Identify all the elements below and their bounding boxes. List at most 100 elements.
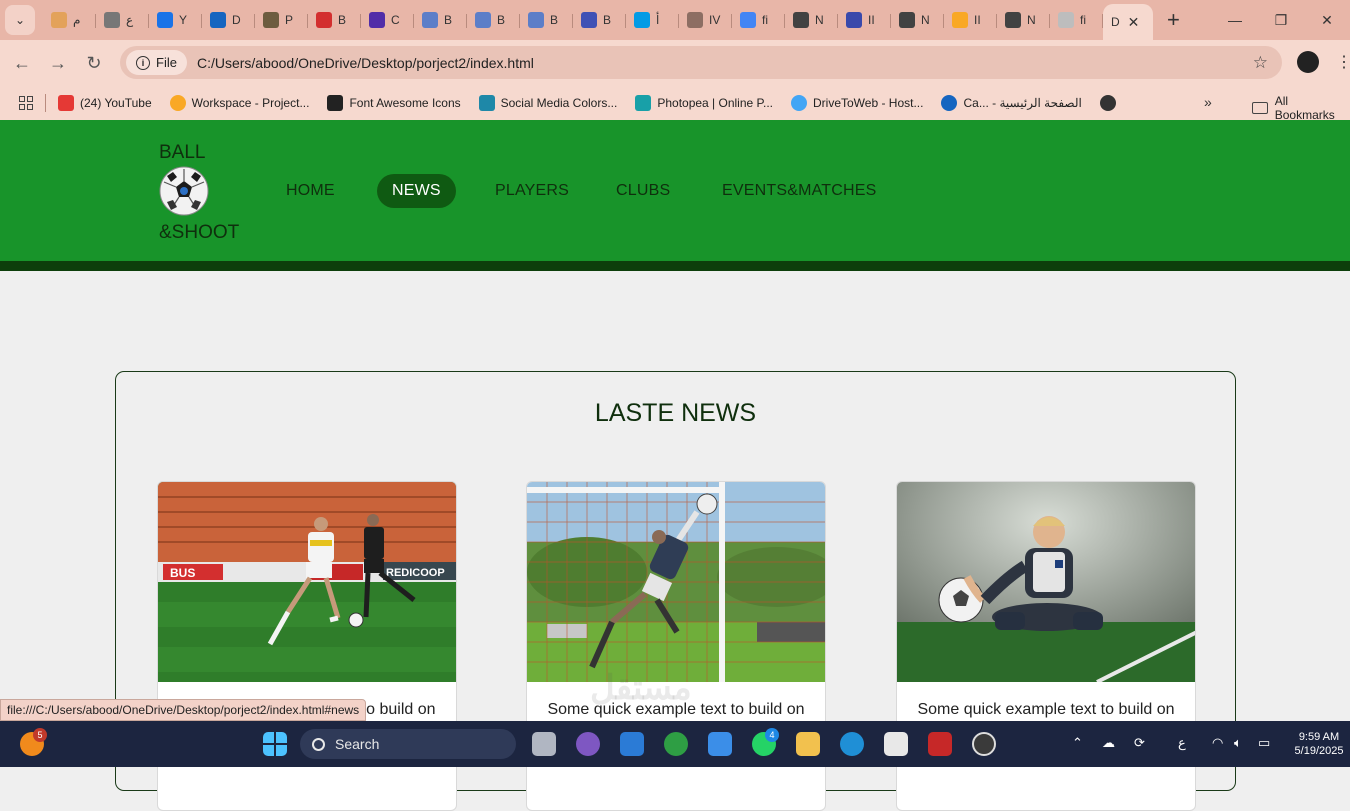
browser-tab[interactable]: Y	[149, 5, 202, 35]
browser-tab[interactable]: fi	[732, 5, 785, 35]
bookmark-item[interactable]	[1099, 95, 1122, 111]
bookmark-item[interactable]: Font Awesome Icons	[327, 95, 461, 111]
tab-favicon-icon	[528, 12, 544, 28]
taskbar-search-label: Search	[335, 736, 380, 752]
browser-tab[interactable]: II	[944, 5, 997, 35]
tab-favicon-icon	[157, 12, 173, 28]
nav-home[interactable]: HOME	[286, 182, 335, 200]
tray-chevron-up-icon[interactable]: ⌃	[1072, 735, 1083, 751]
bookmark-item[interactable]: Photopea | Online P...	[635, 95, 773, 111]
profile-avatar[interactable]	[1297, 51, 1319, 73]
youtube-icon	[58, 95, 74, 111]
nav-clubs[interactable]: CLUBS	[616, 182, 670, 200]
bookmark-star-icon[interactable]: ☆	[1253, 53, 1268, 73]
folder-icon	[1252, 102, 1268, 114]
tab-title: B	[550, 13, 559, 27]
reload-button[interactable]: ↻	[76, 53, 112, 74]
new-tab-button[interactable]: +	[1167, 7, 1180, 33]
bookmark-item[interactable]: Workspace - Project...	[169, 95, 310, 111]
close-window-button[interactable]: ✕	[1304, 0, 1350, 40]
browser-tab[interactable]: N	[997, 5, 1050, 35]
browser-tab[interactable]: B	[573, 5, 626, 35]
onedrive-icon[interactable]: ☁	[1102, 735, 1115, 751]
bookmark-item[interactable]: Ca... - الصفحة الرئيسية	[941, 95, 1082, 111]
vscode-icon[interactable]	[620, 732, 644, 756]
more-bookmarks-icon[interactable]: »	[1204, 94, 1212, 110]
bookmark-item[interactable]: (24) YouTube	[58, 95, 152, 111]
apps-grid-icon[interactable]	[19, 96, 33, 110]
tab-favicon-icon	[1058, 12, 1074, 28]
address-bar[interactable]: i File C:/Users/abood/OneDrive/Desktop/p…	[120, 46, 1282, 79]
browser-tab[interactable]: B	[520, 5, 573, 35]
tab-favicon-icon	[263, 12, 279, 28]
close-tab-icon[interactable]: ✕	[1128, 14, 1140, 31]
tab-favicon-icon	[1005, 12, 1021, 28]
browser-tab[interactable]: II	[838, 5, 891, 35]
tab-title: B	[338, 13, 347, 27]
file-explorer-icon[interactable]	[796, 732, 820, 756]
tab-favicon-icon	[740, 12, 756, 28]
tab-favicon-icon	[104, 12, 120, 28]
notification-badge: 5	[33, 728, 47, 742]
forward-button[interactable]: →	[40, 53, 76, 74]
maximize-button[interactable]: ❐	[1258, 0, 1304, 40]
browser-tab[interactable]: fi	[1050, 5, 1103, 35]
nav-news[interactable]: NEWS	[377, 174, 456, 208]
browser-tab[interactable]: أ	[626, 5, 679, 35]
logo-text-top[interactable]: BALL	[159, 142, 205, 164]
nav-events-matches[interactable]: EVENTS&MATCHES	[722, 182, 877, 200]
browser-tab[interactable]: B	[308, 5, 361, 35]
bookmark-item[interactable]: Social Media Colors...	[478, 95, 617, 111]
tab-favicon-icon	[316, 12, 332, 28]
back-button[interactable]: ←	[4, 53, 40, 74]
chrome-icon[interactable]	[664, 732, 688, 756]
wifi-icon[interactable]: ◠	[1212, 735, 1223, 751]
photos-icon[interactable]	[708, 732, 732, 756]
svg-text:BUS: BUS	[170, 566, 195, 580]
browser-tab[interactable]: IV	[679, 5, 732, 35]
chevron-down-icon: ⌄	[14, 13, 26, 27]
taskbar-search-box[interactable]: Search	[300, 729, 516, 759]
browser-tab[interactable]: N	[891, 5, 944, 35]
browser-tab[interactable]: B	[467, 5, 520, 35]
battery-icon[interactable]: ▭	[1258, 735, 1270, 751]
task-view-icon[interactable]	[532, 732, 556, 756]
copilot-icon[interactable]	[576, 732, 600, 756]
store-icon[interactable]	[884, 732, 908, 756]
input-language-indicator[interactable]: ع	[1178, 735, 1186, 751]
browser-tab[interactable]: B	[414, 5, 467, 35]
tab-search-button[interactable]: ⌄	[5, 5, 35, 35]
media-player-icon[interactable]	[972, 732, 996, 756]
tab-title: أ	[656, 13, 660, 27]
browser-tab[interactable]: P	[255, 5, 308, 35]
sync-icon[interactable]: ⟳	[1134, 735, 1145, 751]
browser-toolbar: ← → ↻ i File C:/Users/abood/OneDrive/Des…	[0, 40, 1350, 86]
browser-menu-icon[interactable]: ⋮	[1336, 52, 1350, 72]
site-info-chip[interactable]: i File	[126, 50, 187, 75]
url-text[interactable]: C:/Users/abood/OneDrive/Desktop/porject2…	[197, 55, 534, 71]
site-chip-label: File	[156, 55, 177, 70]
soccer-ball-logo[interactable]	[159, 166, 209, 216]
browser-tab[interactable]: N	[785, 5, 838, 35]
news-card-text: Some quick example text to build on	[917, 701, 1175, 718]
minimize-button[interactable]: —	[1212, 0, 1258, 40]
bookmark-item[interactable]: DriveToWeb - Host...	[791, 95, 923, 111]
browser-tab[interactable]: م	[43, 5, 96, 35]
bookmark-label: Workspace - Project...	[191, 96, 310, 110]
logo-text-bottom[interactable]: &SHOOT	[159, 222, 239, 244]
volume-icon[interactable]: 🔈︎	[1234, 735, 1242, 751]
nav-players[interactable]: PLAYERS	[495, 182, 569, 200]
system-clock[interactable]: 9:59 AM 5/19/2025	[1290, 730, 1348, 758]
all-bookmarks-button[interactable]: All Bookmarks	[1252, 94, 1350, 122]
tab-title: ع	[126, 13, 134, 27]
app-icon[interactable]	[928, 732, 952, 756]
edge-icon[interactable]	[840, 732, 864, 756]
tab-title: IV	[709, 13, 721, 27]
browser-tab[interactable]: C	[361, 5, 414, 35]
tab-title: fi	[762, 13, 768, 27]
active-browser-tab[interactable]: D ✕	[1103, 4, 1153, 40]
player-dribbling-photo: BUS REDICOOP	[158, 482, 456, 682]
browser-tab[interactable]: D	[202, 5, 255, 35]
windows-start-icon[interactable]	[263, 732, 287, 756]
browser-tab[interactable]: ع	[96, 5, 149, 35]
